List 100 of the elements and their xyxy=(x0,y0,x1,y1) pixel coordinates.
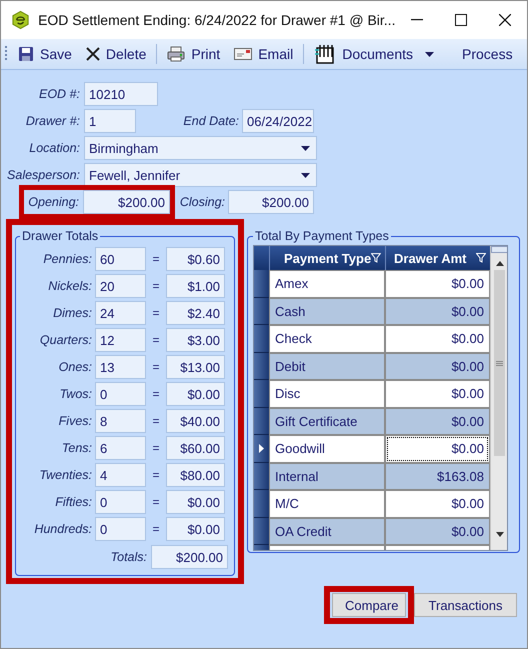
count-field[interactable]: 60 xyxy=(95,247,146,271)
denomination-label: Twenties: xyxy=(38,468,93,482)
equals-sign: = xyxy=(151,333,160,347)
count-field[interactable]: 4 xyxy=(95,463,146,487)
denomination-label: Pennies: xyxy=(42,252,93,266)
count-field[interactable]: 0 xyxy=(95,517,146,541)
field-label: Location: xyxy=(28,141,80,155)
table-cell: Amex xyxy=(269,270,385,298)
delete-icon xyxy=(86,47,100,61)
toolbar-button[interactable]: Process xyxy=(456,42,519,66)
count-field[interactable]: 13 xyxy=(95,355,146,379)
table-cell: OA Credit xyxy=(269,518,385,545)
caret-icon xyxy=(301,172,310,178)
table-cell: Cash xyxy=(269,298,385,325)
amount-field: $1.00 xyxy=(166,274,225,298)
save-icon xyxy=(18,46,34,62)
table-cell: Goodwill xyxy=(269,435,385,462)
amount-field: $0.00 xyxy=(166,517,225,541)
count-field[interactable]: 20 xyxy=(95,274,146,298)
table-cell: Internal xyxy=(269,462,385,490)
toolbar-button[interactable]: Documents xyxy=(308,42,440,66)
dropdown[interactable]: Birmingham xyxy=(84,136,317,160)
minimize-icon[interactable] xyxy=(411,19,424,21)
table-cell: $0.00 xyxy=(385,518,490,545)
field-label: Closing: xyxy=(178,195,225,209)
table-cell: $0.00 xyxy=(385,490,490,518)
count-field[interactable]: 0 xyxy=(95,490,146,514)
table-cell: Debit xyxy=(269,352,385,380)
denomination-label: Hundreds: xyxy=(33,522,93,536)
denomination-label: Quarters: xyxy=(38,333,93,347)
table-cell: $0.00 xyxy=(385,352,490,380)
denomination-label: Fifties: xyxy=(54,495,93,509)
count-field[interactable]: 0 xyxy=(95,382,146,406)
date-field[interactable]: 06/24/2022 xyxy=(242,109,314,133)
caret-icon xyxy=(301,146,310,150)
equals-sign: = xyxy=(151,387,160,401)
equals-sign: = xyxy=(151,360,160,374)
scroll-up-icon[interactable] xyxy=(496,261,504,266)
current-row-icon xyxy=(259,444,264,453)
count-field[interactable]: 6 xyxy=(95,436,146,460)
table-cell: $0.00 xyxy=(385,270,490,298)
equals-sign: = xyxy=(151,252,160,266)
toolbar-button[interactable]: Print xyxy=(161,42,226,66)
equals-sign: = xyxy=(151,441,160,455)
group-title: Total By Payment Types xyxy=(254,229,390,243)
amount-field: $40.00 xyxy=(166,409,225,433)
amount-field: $80.00 xyxy=(166,463,225,487)
amount-field: $0.60 xyxy=(166,247,225,271)
equals-sign: = xyxy=(151,414,160,428)
toolbar-button[interactable]: Delete xyxy=(80,42,152,66)
table-cell: $0.00 xyxy=(385,435,490,462)
window-title: EOD Settlement Ending: 6/24/2022 for Drawer #1 @ Bir... xyxy=(38,12,396,28)
totals-field: $200.00 xyxy=(151,545,228,569)
maximize-icon[interactable] xyxy=(455,14,468,26)
count-field[interactable]: 12 xyxy=(95,328,146,352)
grip-icon xyxy=(5,45,8,63)
table-cell: M/C xyxy=(269,490,385,518)
table-cell: Gift Certificate xyxy=(269,408,385,435)
count-field[interactable]: 24 xyxy=(95,301,146,325)
caret-icon xyxy=(425,52,434,56)
field-label: Drawer #: xyxy=(24,114,80,128)
action-button[interactable]: Compare xyxy=(332,593,406,617)
equals-sign: = xyxy=(151,495,160,509)
amount-field: $3.00 xyxy=(166,328,225,352)
print-icon xyxy=(167,46,186,62)
table-cell: Check xyxy=(269,325,385,352)
field-label: EOD #: xyxy=(38,87,80,101)
denomination-label: Dimes: xyxy=(52,306,93,320)
denomination-label: Nickels: xyxy=(47,279,93,293)
totals-label: Totals: xyxy=(110,550,147,564)
denomination-label: Tens: xyxy=(60,441,93,455)
filter-icon[interactable] xyxy=(476,253,486,263)
filter-icon[interactable] xyxy=(371,253,381,263)
action-button[interactable]: Transactions xyxy=(414,593,517,617)
grip-icon xyxy=(496,360,503,366)
count-field[interactable]: 8 xyxy=(95,409,146,433)
toolbar-button[interactable]: Save xyxy=(12,42,78,66)
amount-field: $0.00 xyxy=(166,490,225,514)
table-cell: $0.00 xyxy=(385,325,490,352)
corner-button[interactable] xyxy=(491,246,507,253)
field-label: Opening: xyxy=(27,195,79,209)
equals-sign: = xyxy=(151,468,160,482)
text-field[interactable]: $200.00 xyxy=(83,190,170,214)
scroll-down-icon[interactable] xyxy=(496,532,504,537)
dropdown[interactable]: Fewell, Jennifer xyxy=(84,163,317,187)
close-icon[interactable] xyxy=(499,14,512,26)
field-label: Salesperson: xyxy=(6,168,80,182)
toolbar-button[interactable]: Email xyxy=(228,42,300,66)
text-field[interactable]: 1 xyxy=(84,109,136,133)
equals-sign: = xyxy=(151,522,160,536)
row-selector[interactable] xyxy=(254,435,269,462)
envelope-icon xyxy=(234,48,252,60)
amount-field: $0.00 xyxy=(166,382,225,406)
group-title: Drawer Totals xyxy=(21,229,100,243)
text-field[interactable]: 10210 xyxy=(84,82,158,106)
scrollbar[interactable] xyxy=(490,246,507,550)
denomination-label: Ones: xyxy=(58,360,93,374)
table-cell: $0.00 xyxy=(385,408,490,435)
text-field[interactable]: $200.00 xyxy=(228,190,314,214)
table-cell: $0.00 xyxy=(385,380,490,408)
